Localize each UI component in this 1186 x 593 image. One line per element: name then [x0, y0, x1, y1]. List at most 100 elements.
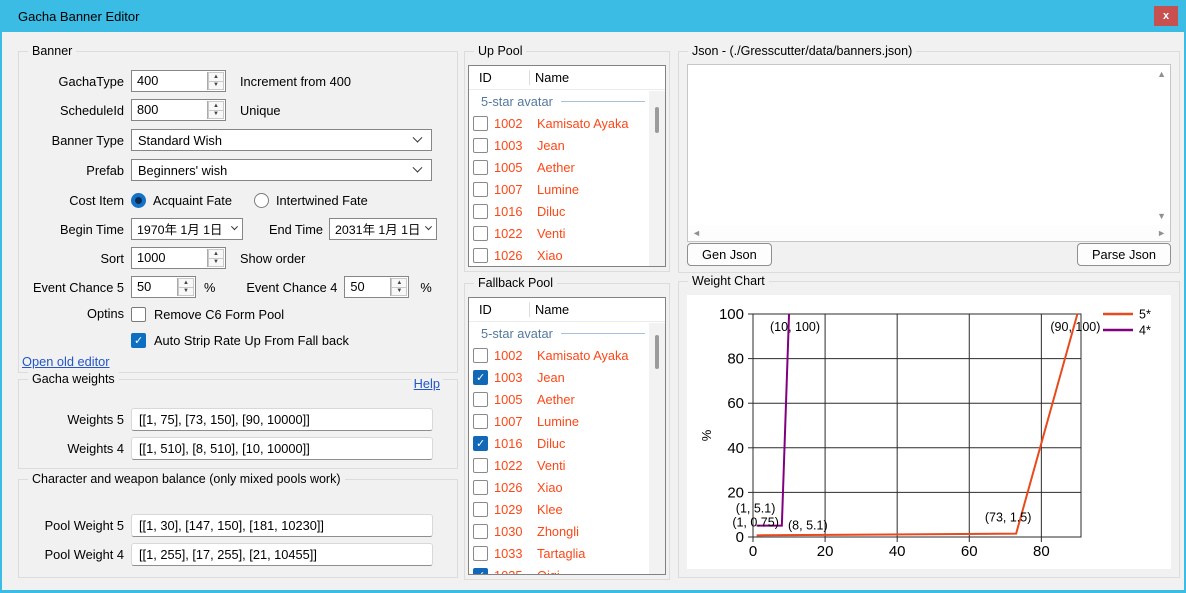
event-chance-4-spinbox[interactable]: 50 ▲ ▼ [344, 276, 409, 298]
row-checkbox[interactable] [473, 160, 488, 175]
list-item[interactable]: 1029 Klee [469, 498, 665, 520]
spin-up-icon[interactable]: ▲ [208, 101, 224, 110]
svg-text:0: 0 [749, 543, 757, 560]
list-item[interactable]: 1007 Lumine [469, 410, 665, 432]
svg-text:(10, 100): (10, 100) [770, 320, 820, 334]
row-checkbox[interactable] [473, 248, 488, 263]
help-link[interactable]: Help [411, 376, 443, 391]
cost-item-option[interactable]: Acquaint Fate [131, 193, 232, 208]
scroll-up-icon[interactable]: ▲ [1157, 70, 1166, 79]
list-item[interactable]: 1035 Qiqi [469, 564, 665, 575]
list-item[interactable]: 1002 Kamisato Ayaka [469, 344, 665, 366]
row-id: 1005 [494, 160, 537, 175]
horizontal-scrollbar[interactable]: ◄ ► [688, 225, 1170, 241]
spin-down-icon[interactable]: ▼ [208, 110, 224, 120]
list-item[interactable]: 1030 Zhongli [469, 520, 665, 542]
event-chance-5-value: 50 [132, 277, 176, 297]
open-old-editor-link[interactable]: Open old editor [22, 354, 110, 369]
list-item[interactable]: 1026 Xiao [469, 244, 665, 266]
spin-down-icon[interactable]: ▼ [178, 287, 194, 297]
list-item[interactable]: 1007 Lumine [469, 178, 665, 200]
row-checkbox[interactable] [473, 414, 488, 429]
json-textarea[interactable]: ▲ ▼ ◄ ► [687, 64, 1171, 242]
sort-spinbox[interactable]: 1000 ▲ ▼ [131, 247, 226, 269]
up-pool-scrollbar[interactable] [649, 91, 665, 266]
row-checkbox[interactable] [473, 182, 488, 197]
checkbox-checked-icon[interactable] [131, 333, 146, 348]
weights-5-input[interactable]: [[1, 75], [73, 150], [90, 10000]] [131, 408, 433, 431]
row-checkbox[interactable] [473, 480, 488, 495]
row-checkbox[interactable] [473, 348, 488, 363]
event-chance-4-spin-buttons: ▲ ▼ [390, 278, 407, 296]
row-checkbox[interactable] [473, 204, 488, 219]
list-item[interactable]: 1002 Kamisato Ayaka [469, 112, 665, 134]
row-id: 1007 [494, 182, 537, 197]
scrollbar-thumb[interactable] [655, 335, 659, 369]
begin-time-select[interactable]: 1970年 1月 1日 [131, 218, 243, 240]
cost-item-option[interactable]: Intertwined Fate [254, 193, 368, 208]
end-time-select[interactable]: 2031年 1月 1日 [329, 218, 437, 240]
radio-selected-icon[interactable] [131, 193, 146, 208]
section-divider [561, 333, 645, 334]
row-id: 1030 [494, 524, 537, 539]
row-checkbox[interactable] [473, 524, 488, 539]
optins-option[interactable]: Remove C6 Form Pool [131, 303, 349, 325]
row-checkbox[interactable] [473, 392, 488, 407]
svg-text:0: 0 [736, 529, 744, 546]
list-item[interactable]: 1003 Jean [469, 366, 665, 388]
fallback-pool-list: ID Name 5-star avatar 1002 Kamisato Ayak… [468, 297, 666, 575]
spin-down-icon[interactable]: ▼ [391, 287, 407, 297]
spin-down-icon[interactable]: ▼ [208, 81, 224, 91]
scroll-right-icon[interactable]: ► [1157, 229, 1166, 238]
list-item[interactable]: 1016 Diluc [469, 200, 665, 222]
row-checkbox[interactable] [473, 138, 488, 153]
spin-up-icon[interactable]: ▲ [208, 72, 224, 81]
pool-weight-4-input[interactable]: [[1, 255], [17, 255], [21, 10455]] [131, 543, 433, 566]
gacha-type-note: Increment from 400 [240, 74, 351, 89]
spin-up-icon[interactable]: ▲ [178, 278, 194, 287]
checkbox-icon[interactable] [131, 307, 146, 322]
row-checkbox[interactable] [473, 116, 488, 131]
gen-json-button[interactable]: Gen Json [687, 243, 772, 266]
list-item[interactable]: 1026 Xiao [469, 476, 665, 498]
fallback-pool-rows: 1002 Kamisato Ayaka 1003 Jean 1005 Aethe… [469, 344, 665, 575]
list-item[interactable]: 1016 Diluc [469, 432, 665, 454]
pool-weight-5-input[interactable]: [[1, 30], [147, 150], [181, 10230]] [131, 514, 433, 537]
close-button[interactable]: x [1154, 6, 1178, 26]
row-checkbox[interactable] [473, 436, 488, 451]
weights-4-input[interactable]: [[1, 510], [8, 510], [10, 10000]] [131, 437, 433, 460]
list-item[interactable]: 1033 Tartaglia [469, 542, 665, 564]
scroll-down-icon[interactable]: ▼ [1157, 212, 1166, 221]
row-name: Jean [537, 370, 565, 385]
row-checkbox[interactable] [473, 568, 488, 576]
gacha-type-spinbox[interactable]: 400 ▲ ▼ [131, 70, 226, 92]
cost-item-label: Cost Item [27, 193, 124, 208]
row-name: Jean [537, 138, 565, 153]
list-item[interactable]: 1003 Jean [469, 134, 665, 156]
scrollbar-thumb[interactable] [655, 107, 659, 133]
row-checkbox[interactable] [473, 226, 488, 241]
fallback-pool-scrollbar[interactable] [649, 323, 665, 574]
spin-down-icon[interactable]: ▼ [208, 258, 224, 268]
scroll-left-icon[interactable]: ◄ [692, 229, 701, 238]
event-chance-5-spinbox[interactable]: 50 ▲ ▼ [131, 276, 196, 298]
spin-up-icon[interactable]: ▲ [391, 278, 407, 287]
list-item[interactable]: 1022 Venti [469, 222, 665, 244]
begin-time-label: Begin Time [27, 222, 124, 237]
parse-json-button[interactable]: Parse Json [1077, 243, 1171, 266]
row-checkbox[interactable] [473, 458, 488, 473]
row-checkbox[interactable] [473, 546, 488, 561]
radio-icon[interactable] [254, 193, 269, 208]
spin-up-icon[interactable]: ▲ [208, 249, 224, 258]
list-item[interactable]: 1005 Aether [469, 388, 665, 410]
list-item[interactable]: 1022 Venti [469, 454, 665, 476]
schedule-id-spinbox[interactable]: 800 ▲ ▼ [131, 99, 226, 121]
banner-type-select[interactable]: Standard Wish [131, 129, 432, 151]
list-item[interactable]: 1005 Aether [469, 156, 665, 178]
row-checkbox[interactable] [473, 502, 488, 517]
optins-option[interactable]: Auto Strip Rate Up From Fall back [131, 329, 349, 351]
row-checkbox[interactable] [473, 370, 488, 385]
prefab-select[interactable]: Beginners' wish [131, 159, 432, 181]
title-bar[interactable]: Gacha Banner Editor x [2, 0, 1184, 32]
checkbox-label: Remove C6 Form Pool [154, 307, 284, 322]
